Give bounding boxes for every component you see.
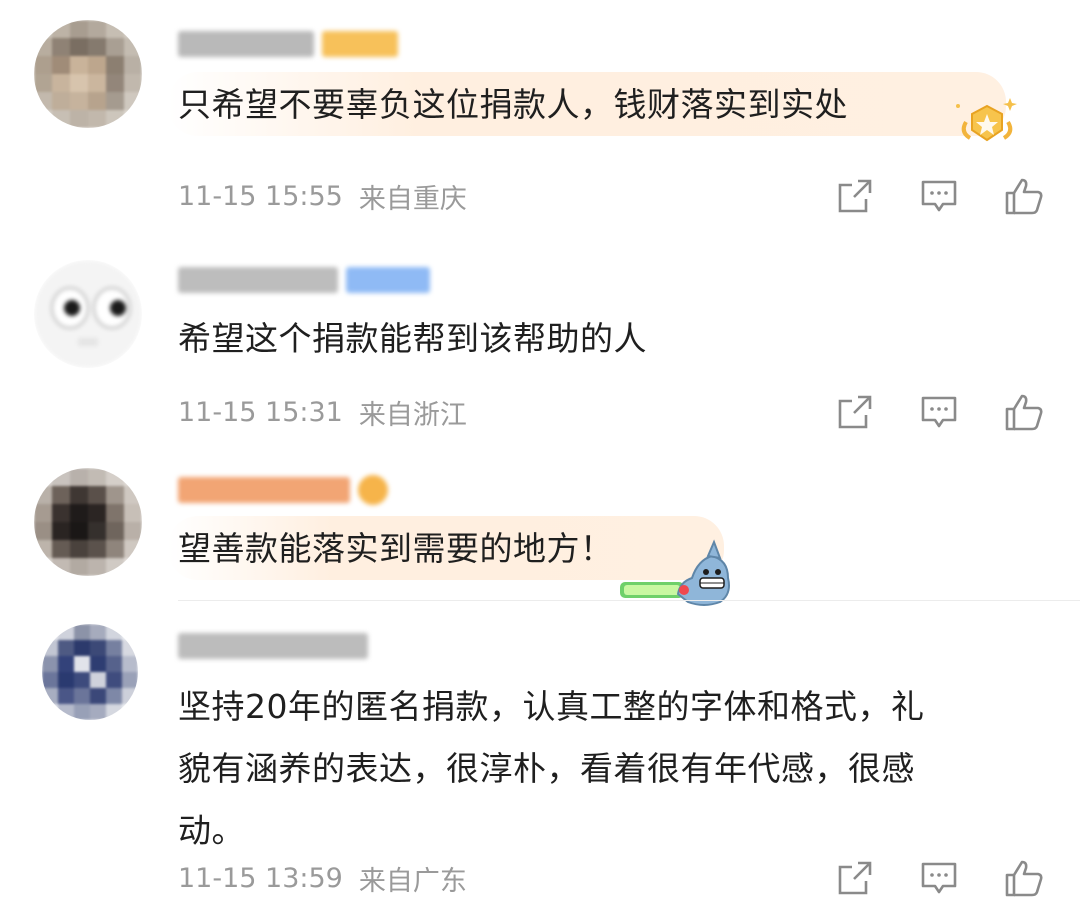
comment-actions — [836, 390, 1044, 434]
comment-item: 只希望不要辜负这位捐款人，钱财落实到实处 11-15 15:55 来自重庆 — [0, 0, 1080, 240]
comment-time: 11-15 15:31 — [178, 396, 343, 428]
comment-time: 11-15 13:59 — [178, 862, 343, 894]
like-icon[interactable] — [1004, 176, 1044, 216]
username[interactable] — [178, 264, 430, 296]
comment-icon[interactable] — [920, 859, 958, 897]
share-icon[interactable] — [836, 859, 874, 897]
comment-icon[interactable] — [920, 177, 958, 215]
comment-meta: 11-15 15:31 来自浙江 — [178, 392, 467, 432]
username-blurred — [178, 633, 368, 659]
share-icon[interactable] — [836, 393, 874, 431]
comment-text: 坚持20年的匿名捐款，认真工整的字体和格式，礼 貌有涵养的表达，很淳朴，看着很有… — [178, 687, 925, 850]
vip-badge — [358, 475, 388, 505]
comment-item: 希望这个捐款能帮到该帮助的人 11-15 15:31 来自浙江 — [0, 240, 1080, 460]
comment-text: 希望这个捐款能帮到该帮助的人 — [178, 319, 647, 358]
comment-item: 坚持20年的匿名捐款，认真工整的字体和格式，礼 貌有涵养的表达，很淳朴，看着很有… — [0, 608, 1080, 906]
vip-badge — [322, 31, 398, 57]
comment-meta: 11-15 15:55 来自重庆 — [178, 176, 467, 216]
username[interactable] — [178, 630, 368, 662]
comment-location: 来自重庆 — [358, 183, 467, 215]
like-icon[interactable] — [1004, 392, 1044, 432]
star-badge-icon — [956, 98, 1017, 142]
comment-meta: 11-15 13:59 来自广东 — [178, 858, 467, 898]
avatar[interactable] — [34, 20, 142, 128]
comment-text: 望善款能落实到需要的地方！ — [178, 529, 614, 568]
avatar[interactable] — [42, 624, 138, 720]
member-badge — [346, 267, 430, 293]
comment-item: 望善款能落实到需要的地方！ — [0, 460, 1080, 606]
comment-icon[interactable] — [920, 393, 958, 431]
comment-actions — [836, 174, 1044, 218]
username-blurred — [178, 31, 314, 57]
username-blurred — [178, 267, 338, 293]
shark-sticker-icon — [620, 539, 730, 606]
comment-actions — [836, 856, 1044, 900]
comment-location: 来自广东 — [358, 865, 467, 897]
username[interactable] — [178, 28, 398, 60]
avatar[interactable] — [34, 468, 142, 576]
share-icon[interactable] — [836, 177, 874, 215]
comment-location: 来自浙江 — [358, 399, 467, 431]
like-icon[interactable] — [1004, 858, 1044, 898]
divider — [178, 600, 1080, 601]
username[interactable] — [178, 474, 388, 506]
comment-time: 11-15 15:55 — [178, 180, 343, 212]
comment-text: 只希望不要辜负这位捐款人，钱财落实到实处 — [178, 85, 848, 124]
avatar[interactable] — [34, 260, 142, 368]
username-blurred — [178, 477, 350, 503]
